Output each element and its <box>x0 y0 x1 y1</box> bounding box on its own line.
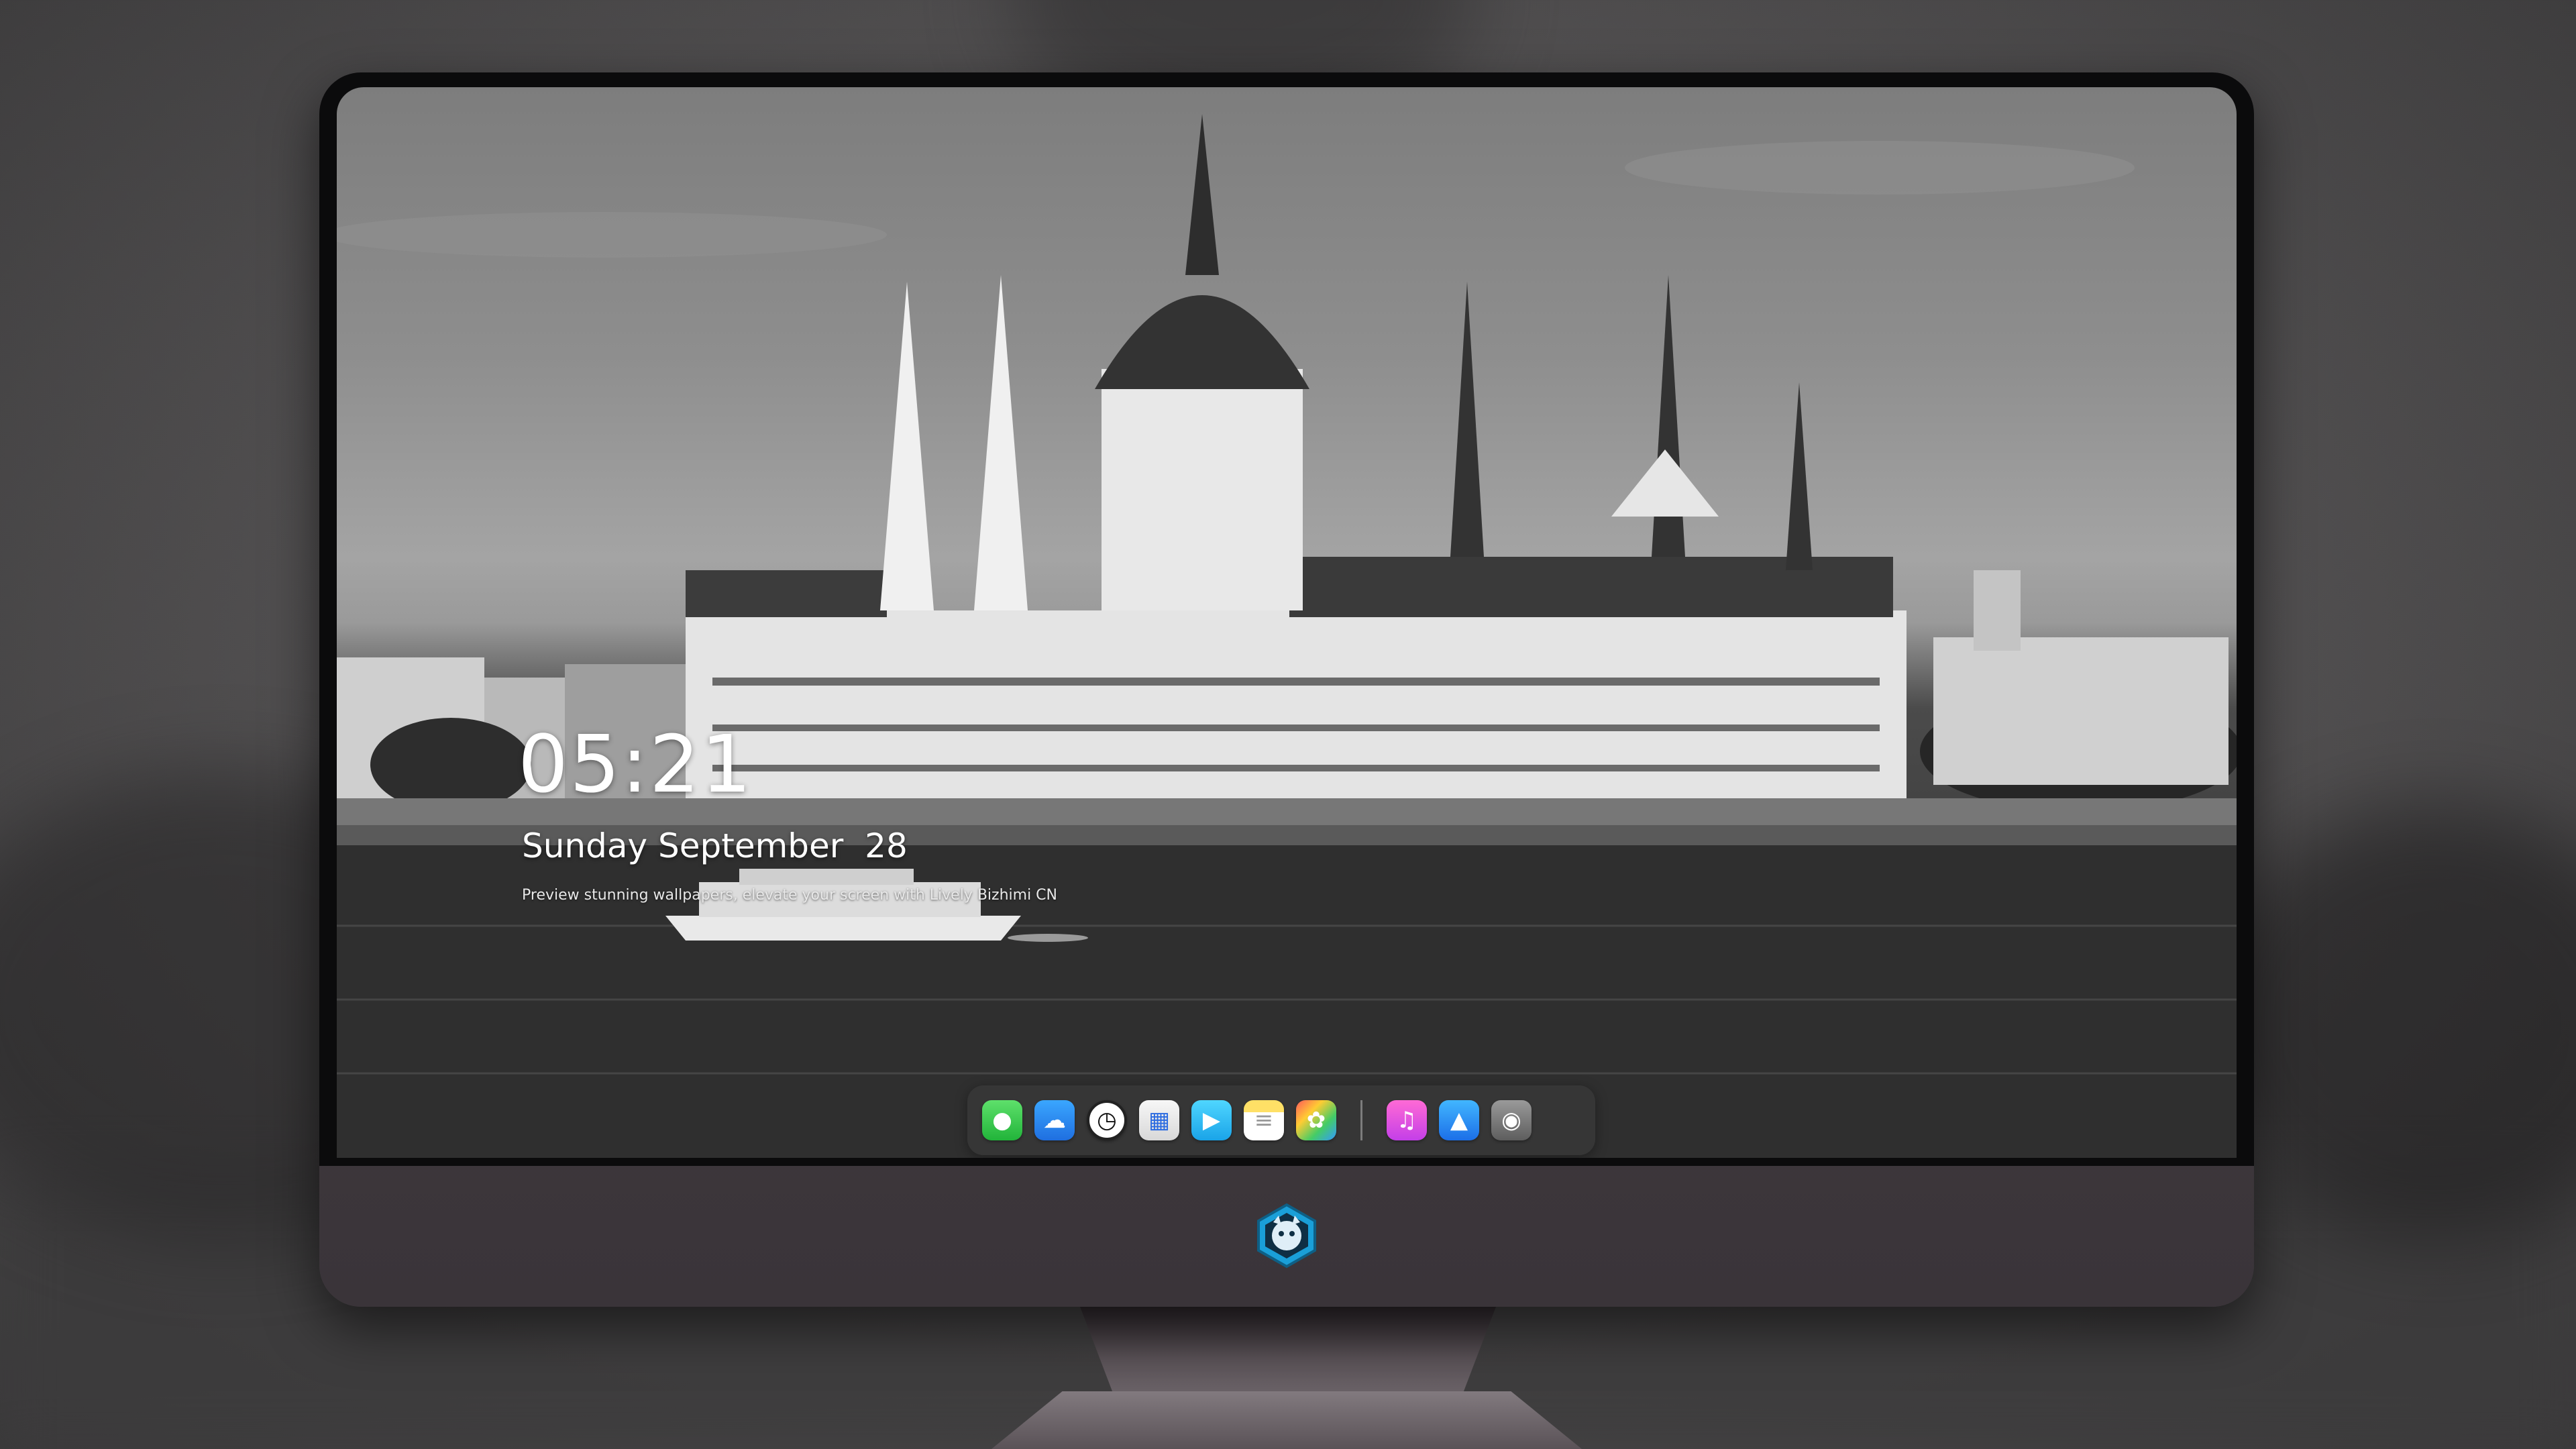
camera-icon[interactable]: ◉ <box>1491 1100 1532 1140</box>
wallpaper-scene <box>337 114 2237 1158</box>
notes-icon[interactable]: ≡ <box>1244 1100 1284 1140</box>
messages-icon[interactable]: ● <box>982 1100 1022 1140</box>
dock: ● ☁ ◷ ▦ ▶ ≡ ✿ ♫ ▲ ◉ <box>967 1085 1595 1155</box>
preview-icon[interactable]: ▦ <box>1139 1100 1179 1140</box>
wallpaper <box>337 87 2237 1158</box>
photos-icon[interactable]: ✿ <box>1296 1100 1336 1140</box>
app-store-icon[interactable]: ▲ <box>1439 1100 1479 1140</box>
lockscreen-time: 05:21 <box>518 718 753 810</box>
monitor-bezel: 05:21 Sunday September 28 Preview stunni… <box>319 72 2254 1166</box>
music-icon[interactable]: ♫ <box>1387 1100 1427 1140</box>
clock-icon[interactable]: ◷ <box>1087 1100 1127 1140</box>
lockscreen-tagline: Preview stunning wallpapers, elevate you… <box>522 887 1058 904</box>
clips-icon[interactable]: ▶ <box>1191 1100 1232 1140</box>
monitor-stand-base <box>991 1391 1582 1449</box>
lockscreen-date: Sunday September 28 <box>522 826 908 865</box>
brand-logo-icon <box>1257 1203 1316 1269</box>
monitor: 05:21 Sunday September 28 Preview stunni… <box>319 72 2254 1307</box>
monitor-stand-neck <box>1080 1307 1496 1394</box>
dock-separator <box>1360 1100 1362 1140</box>
screen: 05:21 Sunday September 28 Preview stunni… <box>337 87 2237 1158</box>
weather-icon[interactable]: ☁ <box>1034 1100 1075 1140</box>
